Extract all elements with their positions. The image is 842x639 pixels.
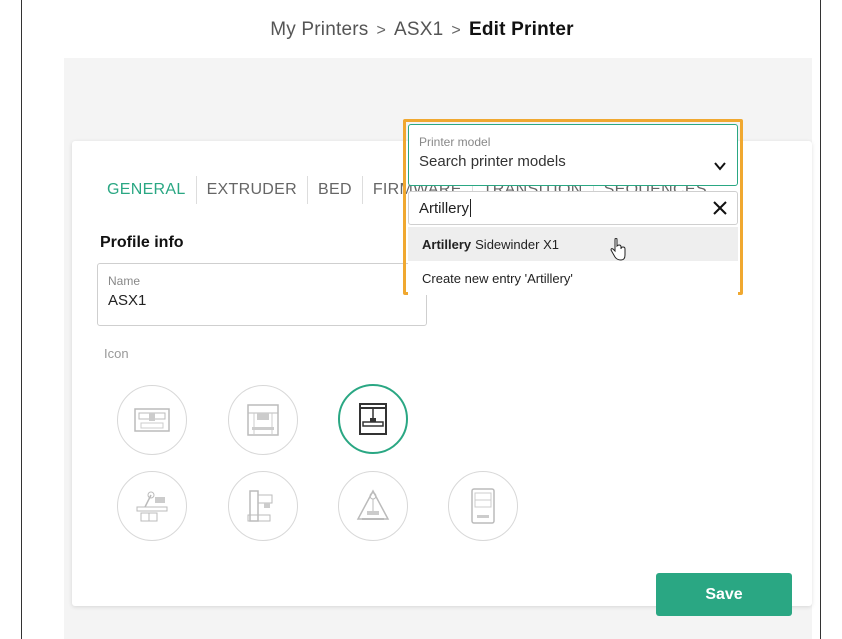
option-rest-text: Sidewinder X1 [475, 236, 559, 252]
printer-icon-1[interactable] [117, 385, 187, 455]
name-label: Name [108, 274, 141, 288]
breadcrumb-my-printers[interactable]: My Printers [270, 19, 368, 40]
create-new-entry-label: Create new entry 'Artillery' [422, 270, 573, 286]
profile-info-heading: Profile info [100, 234, 184, 251]
chevron-down-icon[interactable] [713, 159, 727, 173]
breadcrumb-current: Edit Printer [468, 19, 574, 40]
model-search-input[interactable]: Artillery [408, 191, 738, 225]
printer-icon-3-selected[interactable] [338, 384, 408, 454]
printer-icon-2[interactable] [228, 385, 298, 455]
flatbed-printer-icon [134, 408, 170, 432]
cartesian-printer-icon [247, 404, 279, 436]
hand-cursor-icon [610, 238, 626, 261]
app-frame: My Printers > ASX1 > Edit Printer GENERAL EX… [21, 0, 821, 639]
model-option-create-new[interactable]: Create new entry 'Artillery' [408, 261, 738, 295]
name-field[interactable]: Name ASX1 [97, 263, 427, 326]
enclosed-printer-icon [471, 488, 495, 524]
text-caret [470, 199, 472, 217]
model-search-value[interactable]: Artillery [419, 200, 469, 217]
printer-model-label: Printer model [419, 135, 491, 149]
close-icon[interactable] [712, 200, 728, 216]
robotic-arm-printer-icon [136, 491, 168, 522]
name-value[interactable]: ASX1 [108, 292, 416, 309]
printer-icon-7[interactable] [117, 471, 187, 541]
save-button[interactable]: Save [656, 573, 792, 616]
option-match-text: Artillery [422, 236, 472, 252]
tab-bed[interactable]: BED [308, 176, 363, 204]
printer-model-value[interactable]: Search printer models [419, 153, 727, 170]
tab-general[interactable]: GENERAL [107, 176, 197, 204]
printer-icon-10[interactable] [448, 471, 518, 541]
icon-label: Icon [104, 346, 129, 361]
printer-icon-9[interactable] [338, 471, 408, 541]
printer-icon-8[interactable] [228, 471, 298, 541]
breadcrumb: My Printers > ASX1 > Edit Printer [22, 19, 822, 41]
printer-model-select[interactable]: Printer model Search printer models [408, 124, 738, 186]
scara-printer-icon [247, 490, 273, 522]
breadcrumb-separator: > [451, 22, 461, 39]
model-option-artillery-sidewinder-x1[interactable]: Artillery Sidewinder X1 [408, 227, 738, 261]
breadcrumb-asx1[interactable]: ASX1 [394, 19, 443, 40]
breadcrumb-separator: > [376, 22, 387, 39]
delta-printer-icon [356, 489, 390, 520]
prusa-printer-icon [359, 403, 387, 435]
tab-extruder[interactable]: EXTRUDER [197, 176, 308, 204]
